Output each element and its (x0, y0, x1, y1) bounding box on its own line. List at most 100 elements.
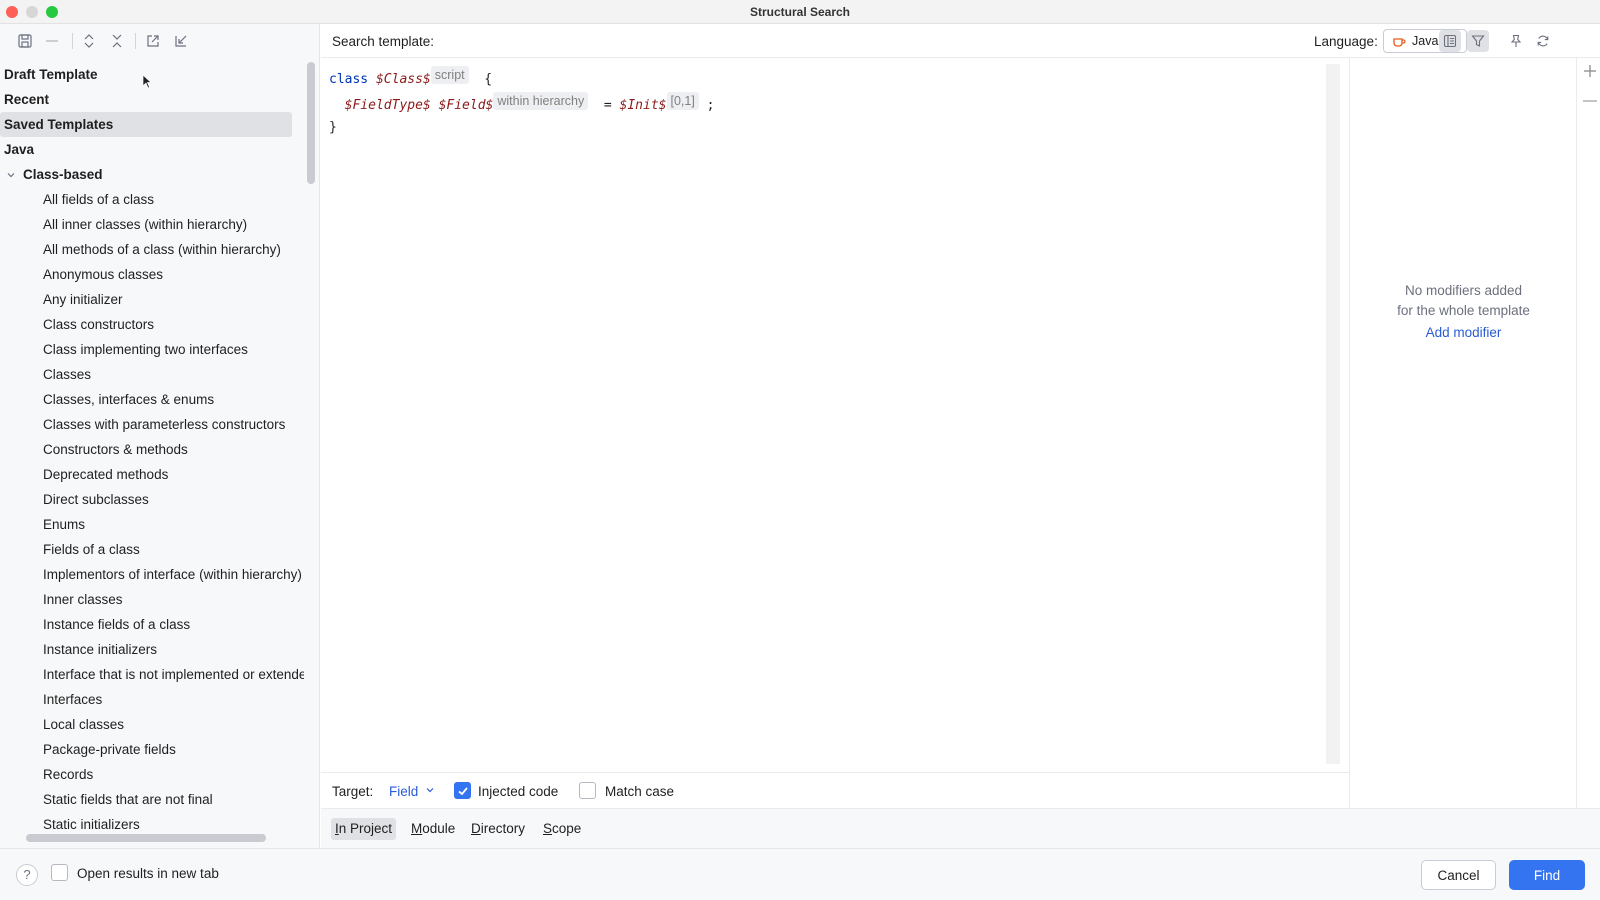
cancel-button[interactable]: Cancel (1421, 860, 1496, 890)
chevron-down-icon[interactable] (425, 785, 435, 795)
template-list-item[interactable]: Classes (0, 362, 304, 387)
templates-pane: Draft Template Recent Saved Templates Java C… (0, 24, 320, 848)
no-modifiers-text: No modifiers added (1404, 283, 1523, 298)
tree-vertical-scrollbar[interactable] (307, 62, 315, 184)
template-list-item[interactable]: Enums (0, 512, 304, 537)
add-icon[interactable] (1583, 64, 1597, 78)
template-list-item[interactable]: Class constructors (0, 312, 304, 337)
template-list-item[interactable]: All fields of a class (0, 187, 304, 212)
language-value: Java (1412, 34, 1439, 48)
field-filter-hint[interactable]: within hierarchy (493, 91, 589, 110)
scope-tabs: In Project Module Directory Scope (321, 808, 1600, 848)
template-list-item[interactable]: Package-private fields (0, 737, 304, 762)
export-icon[interactable] (144, 32, 162, 50)
template-list-item[interactable]: Classes with parameterless constructors (0, 412, 304, 437)
search-options: Target: Field Injected code Match case (321, 772, 1349, 808)
filter-panel-icon[interactable] (1439, 30, 1461, 52)
editor-scrollbar[interactable] (1326, 64, 1340, 764)
no-modifiers-subtext: for the whole template (1397, 303, 1530, 318)
tree-group-class-based[interactable]: Class-based (0, 162, 304, 187)
scope-tab-label: cope (552, 821, 582, 836)
search-header: Search template: Language: Java (321, 24, 1600, 58)
template-list-item[interactable]: Instance initializers (0, 637, 304, 662)
equals-sign: = (603, 97, 612, 113)
template-list-item[interactable]: Static fields that are not final (0, 787, 304, 812)
template-editor[interactable]: class $Class$ script { $FieldType$ $Field… (321, 58, 1340, 772)
mnemonic: M (411, 821, 423, 836)
search-template-label: Search template: (332, 34, 435, 49)
refresh-icon[interactable] (1532, 30, 1554, 52)
remove-icon[interactable] (43, 32, 61, 50)
injected-code-checkbox[interactable] (454, 782, 471, 799)
template-list-item[interactable]: Inner classes (0, 587, 304, 612)
template-code[interactable]: class $Class$ script { $FieldType$ $Field… (329, 66, 714, 140)
target-select[interactable]: Field (389, 784, 418, 799)
template-var-class[interactable]: $Class$ (376, 72, 431, 87)
window-title: Structural Search (749, 5, 851, 19)
template-list-item[interactable]: Constructors & methods (0, 437, 304, 462)
class-filter-hint[interactable]: script (430, 66, 469, 84)
template-list-item[interactable]: All methods of a class (within hierarchy… (0, 237, 304, 262)
open-brace: { (484, 72, 493, 87)
templates-toolbar (0, 24, 319, 58)
template-list-item[interactable]: Anonymous classes (0, 262, 304, 287)
match-case-checkbox[interactable] (579, 782, 596, 799)
open-in-new-tab-label[interactable]: Open results in new tab (77, 866, 219, 881)
template-list-item[interactable]: Records (0, 762, 304, 787)
modifiers-side-toolbar (1576, 58, 1600, 808)
tree-item-top[interactable]: Draft Template (0, 62, 304, 87)
template-list-item[interactable]: Local classes (0, 712, 304, 737)
template-list-item[interactable]: Implementors of interface (within hierar… (0, 562, 304, 587)
templates-tree: Draft Template Recent Saved Templates Java C… (0, 62, 304, 837)
injected-code-label[interactable]: Injected code (478, 784, 558, 799)
help-button[interactable]: ? (16, 864, 38, 886)
init-count-hint[interactable]: [0,1] (666, 91, 699, 110)
import-icon[interactable] (172, 32, 190, 50)
template-list-item[interactable]: Interface that is not implemented or ext… (0, 662, 304, 687)
add-modifier-link[interactable]: Add modifier (1350, 325, 1577, 340)
scope-tab-directory[interactable]: Directory (467, 818, 529, 840)
open-in-new-tab-checkbox[interactable] (51, 864, 68, 881)
mouse-cursor-icon (143, 75, 151, 89)
scope-tab-label: odule (422, 821, 456, 836)
modifiers-panel: No modifiers added for the whole templat… (1349, 58, 1576, 808)
template-list-item[interactable]: All inner classes (within hierarchy) (0, 212, 304, 237)
dialog-footer: ? Open results in new tab Cancel Find (0, 848, 1600, 900)
template-var-init[interactable]: $Init$ (620, 98, 667, 113)
semicolon: ; (706, 97, 715, 113)
tree-group-label: Class-based (23, 167, 103, 182)
mnemonic: D (471, 821, 481, 836)
chevron-down-icon[interactable] (5, 162, 17, 187)
scope-tab-scope[interactable]: Scope (539, 818, 585, 840)
tree-item-top[interactable]: Recent (0, 87, 304, 112)
collapse-all-icon[interactable] (108, 32, 126, 50)
pin-icon[interactable] (1505, 30, 1527, 52)
expand-all-icon[interactable] (80, 32, 98, 50)
template-list-item[interactable]: Classes, interfaces & enums (0, 387, 304, 412)
java-cup-icon (1393, 38, 1406, 47)
template-list-item[interactable]: Deprecated methods (0, 462, 304, 487)
template-list-item[interactable]: Fields of a class (0, 537, 304, 562)
title-bar: Structural Search (0, 0, 1600, 24)
template-list-item[interactable]: Any initializer (0, 287, 304, 312)
template-list-item[interactable]: Class implementing two interfaces (0, 337, 304, 362)
tree-item-top[interactable]: Saved Templates (0, 112, 292, 137)
scope-tab-module[interactable]: Module (407, 818, 459, 840)
tree-item-top[interactable]: Java (0, 137, 304, 162)
match-case-label[interactable]: Match case (605, 784, 674, 799)
scope-tab-label: irectory (480, 821, 526, 836)
find-button[interactable]: Find (1509, 860, 1585, 890)
template-list-item[interactable]: Interfaces (0, 687, 304, 712)
tree-horizontal-scrollbar[interactable] (26, 834, 266, 842)
language-label: Language: (1314, 34, 1378, 49)
template-var-field[interactable]: $Field$ (439, 98, 494, 113)
template-list-item[interactable]: Direct subclasses (0, 487, 304, 512)
scope-tab-in-project[interactable]: In Project (331, 818, 397, 840)
keyword-class: class (329, 72, 369, 87)
remove-modifier-icon[interactable] (1583, 100, 1597, 102)
save-icon[interactable] (16, 32, 34, 50)
template-list-item[interactable]: Instance fields of a class (0, 612, 304, 637)
template-var-field-type[interactable]: $FieldType$ (345, 98, 431, 113)
filter-icon[interactable] (1467, 30, 1489, 52)
close-brace: } (329, 120, 337, 135)
